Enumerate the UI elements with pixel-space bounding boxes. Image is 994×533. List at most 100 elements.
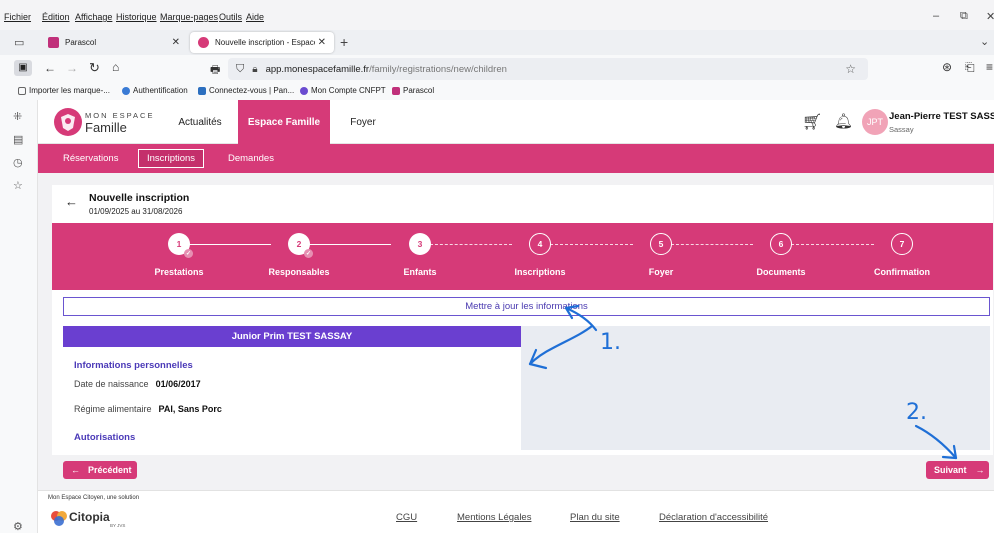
history-icon[interactable]: ◷ xyxy=(13,156,23,169)
print-icon[interactable]: 🖶 xyxy=(210,61,220,80)
sidebar-toggle-icon[interactable]: ▣ xyxy=(14,60,32,76)
previous-button[interactable]: ← Précédent xyxy=(63,461,137,479)
bell-icon[interactable]: 🔔︎ xyxy=(834,112,853,130)
menu-affichage[interactable]: Affichage xyxy=(75,12,112,22)
home-icon[interactable]: ⌂ xyxy=(112,60,119,74)
shield-icon[interactable]: ⛉ xyxy=(236,63,244,76)
step-responsables[interactable]: 2 ✓ Responsables xyxy=(254,233,344,277)
nav-actualites[interactable]: Actualités xyxy=(166,100,234,144)
tab-parascol[interactable]: Parascol ✕ xyxy=(40,32,188,53)
navigation-bar: ▣ ← → ↻ ⌂ 🖶 ⛉ 🔒︎ app.monespacefamille.fr… xyxy=(0,55,994,83)
globe-icon xyxy=(122,86,130,95)
tab-label: Parascol xyxy=(65,38,97,47)
update-info-button[interactable]: Mettre à jour les informations xyxy=(63,297,990,316)
logo-icon[interactable] xyxy=(54,108,82,136)
browser-sidebar: ⁜ ▤ ◷ ☆ ⚙ xyxy=(0,100,38,533)
footer-credit: Mon Espace Citoyen, une solution xyxy=(48,495,140,501)
import-icon xyxy=(18,86,26,95)
back-icon[interactable]: ← xyxy=(44,61,56,75)
step-enfants[interactable]: 3 Enfants xyxy=(375,233,465,277)
bookmark-auth[interactable]: Authentification xyxy=(122,86,188,95)
url-path: /family/registrations/new/children xyxy=(369,63,507,75)
bookmark-connect[interactable]: Connectez-vous | Pan... xyxy=(198,86,294,95)
citopia-brand: Citopia xyxy=(69,510,110,524)
site-icon xyxy=(198,86,206,95)
sub-navigation: Réservations Inscriptions Demandes xyxy=(38,144,994,173)
subnav-inscriptions[interactable]: Inscriptions xyxy=(138,149,205,168)
nav-espace-famille[interactable]: Espace Famille xyxy=(238,100,330,144)
footer-link-accessibility[interactable]: Déclaration d'accessibilité xyxy=(659,512,768,523)
url-host: app.monespacefamille.fr xyxy=(265,63,370,75)
section-personal-info: Informations personnelles xyxy=(74,360,193,371)
cnfpt-icon xyxy=(300,86,308,95)
avatar[interactable]: JPT xyxy=(862,109,888,135)
menu-edition[interactable]: Édition xyxy=(42,12,70,22)
app-header: MON ESPACE Famille Actualités Espace Fam… xyxy=(38,100,994,144)
extensions-icon[interactable]: ⎗ xyxy=(965,60,975,75)
citopia-sub: BY JVS xyxy=(110,523,126,528)
new-tab-button[interactable]: + xyxy=(340,34,348,50)
customize-sidebar-icon[interactable]: ⚙ xyxy=(13,520,23,533)
page-title: Nouvelle inscription xyxy=(89,192,190,204)
site-favicon-icon xyxy=(198,37,209,48)
menu-fichier[interactable]: Fichier xyxy=(4,12,31,22)
logo-bottom-text: Famille xyxy=(85,120,127,135)
detail-pane xyxy=(521,326,990,450)
back-arrow-icon[interactable]: ← xyxy=(65,194,78,209)
close-tab-icon[interactable]: ✕ xyxy=(318,37,326,48)
user-name[interactable]: Jean-Pierre TEST SASSAY xyxy=(889,111,994,122)
bookmarks-bar: Importer les marque-... Authentification… xyxy=(0,83,994,100)
menu-marque-pages[interactable]: Marque-pages xyxy=(160,12,218,22)
lock-icon[interactable]: 🔒︎ xyxy=(252,64,257,75)
bookmark-parascol[interactable]: Parascol xyxy=(392,86,434,95)
forward-icon[interactable]: → xyxy=(66,61,78,75)
next-button[interactable]: Suivant → xyxy=(926,461,989,479)
close-tab-icon[interactable]: ✕ xyxy=(172,37,180,48)
reload-icon[interactable]: ↻ xyxy=(89,60,100,76)
synced-tabs-icon[interactable]: ▤ xyxy=(13,133,23,146)
footer-link-sitemap[interactable]: Plan du site xyxy=(570,512,620,523)
tab-nouvelle-inscription[interactable]: Nouvelle inscription - Espace Fa ✕ xyxy=(190,32,334,53)
bookmark-star-icon[interactable]: ☆ xyxy=(845,62,856,76)
nav-foyer[interactable]: Foyer xyxy=(338,100,388,144)
tab-list-icon[interactable]: ▭ xyxy=(14,36,24,49)
check-icon: ✓ xyxy=(184,249,193,258)
subnav-demandes[interactable]: Demandes xyxy=(228,149,274,168)
menu-aide[interactable]: Aide xyxy=(246,12,264,22)
footer-link-cgu[interactable]: CGU xyxy=(396,512,417,523)
list-all-tabs-icon[interactable]: ⌄ xyxy=(980,35,989,48)
tab-label: Nouvelle inscription - Espace Fa xyxy=(215,38,315,47)
bookmark-import[interactable]: Importer les marque-... xyxy=(18,86,110,95)
url-bar[interactable]: ⛉ 🔒︎ app.monespacefamille.fr/family/regi… xyxy=(228,58,868,80)
app-menu-icon[interactable]: ≡ xyxy=(986,60,993,74)
arrow-right-icon: → xyxy=(975,465,985,475)
bookmarks-icon[interactable]: ☆ xyxy=(13,179,23,192)
step-label: Enfants xyxy=(403,267,437,277)
footer-link-mentions[interactable]: Mentions Légales xyxy=(457,512,531,523)
account-icon[interactable]: ⊛ xyxy=(942,60,952,74)
step-label: Prestations xyxy=(154,267,204,277)
step-label: Documents xyxy=(756,267,806,277)
step-inscriptions: 4 Inscriptions xyxy=(495,233,585,277)
child-card: Junior Prim TEST SASSAY Informations per… xyxy=(63,326,521,450)
minimize-icon[interactable]: – xyxy=(933,10,939,22)
diet-row: Régime alimentaire PAI, Sans Porc xyxy=(74,404,222,414)
restore-icon[interactable]: ⧉ xyxy=(960,10,968,23)
step-prestations[interactable]: 1 ✓ Prestations xyxy=(134,233,224,277)
step-label: Foyer xyxy=(648,267,674,277)
section-authorizations: Autorisations xyxy=(74,432,136,443)
child-name[interactable]: Junior Prim TEST SASSAY xyxy=(63,326,521,347)
menu-outils[interactable]: Outils xyxy=(219,12,242,22)
close-window-icon[interactable]: ✕ xyxy=(986,10,994,23)
annotation-label-1: 1. xyxy=(600,330,621,355)
logo-top-text: MON ESPACE xyxy=(85,111,155,120)
parascol-icon xyxy=(392,86,400,95)
step-confirmation: 7 Confirmation xyxy=(857,233,947,277)
bookmark-cnfpt[interactable]: Mon Compte CNFPT xyxy=(300,86,386,95)
cart-icon[interactable]: 🛒︎ xyxy=(802,112,822,132)
step-label: Inscriptions xyxy=(514,267,566,277)
menu-historique[interactable]: Historique xyxy=(116,12,157,22)
citopia-logo-icon xyxy=(50,509,68,527)
ai-chat-icon[interactable]: ⁜ xyxy=(13,110,22,123)
subnav-reservations[interactable]: Réservations xyxy=(63,149,118,168)
